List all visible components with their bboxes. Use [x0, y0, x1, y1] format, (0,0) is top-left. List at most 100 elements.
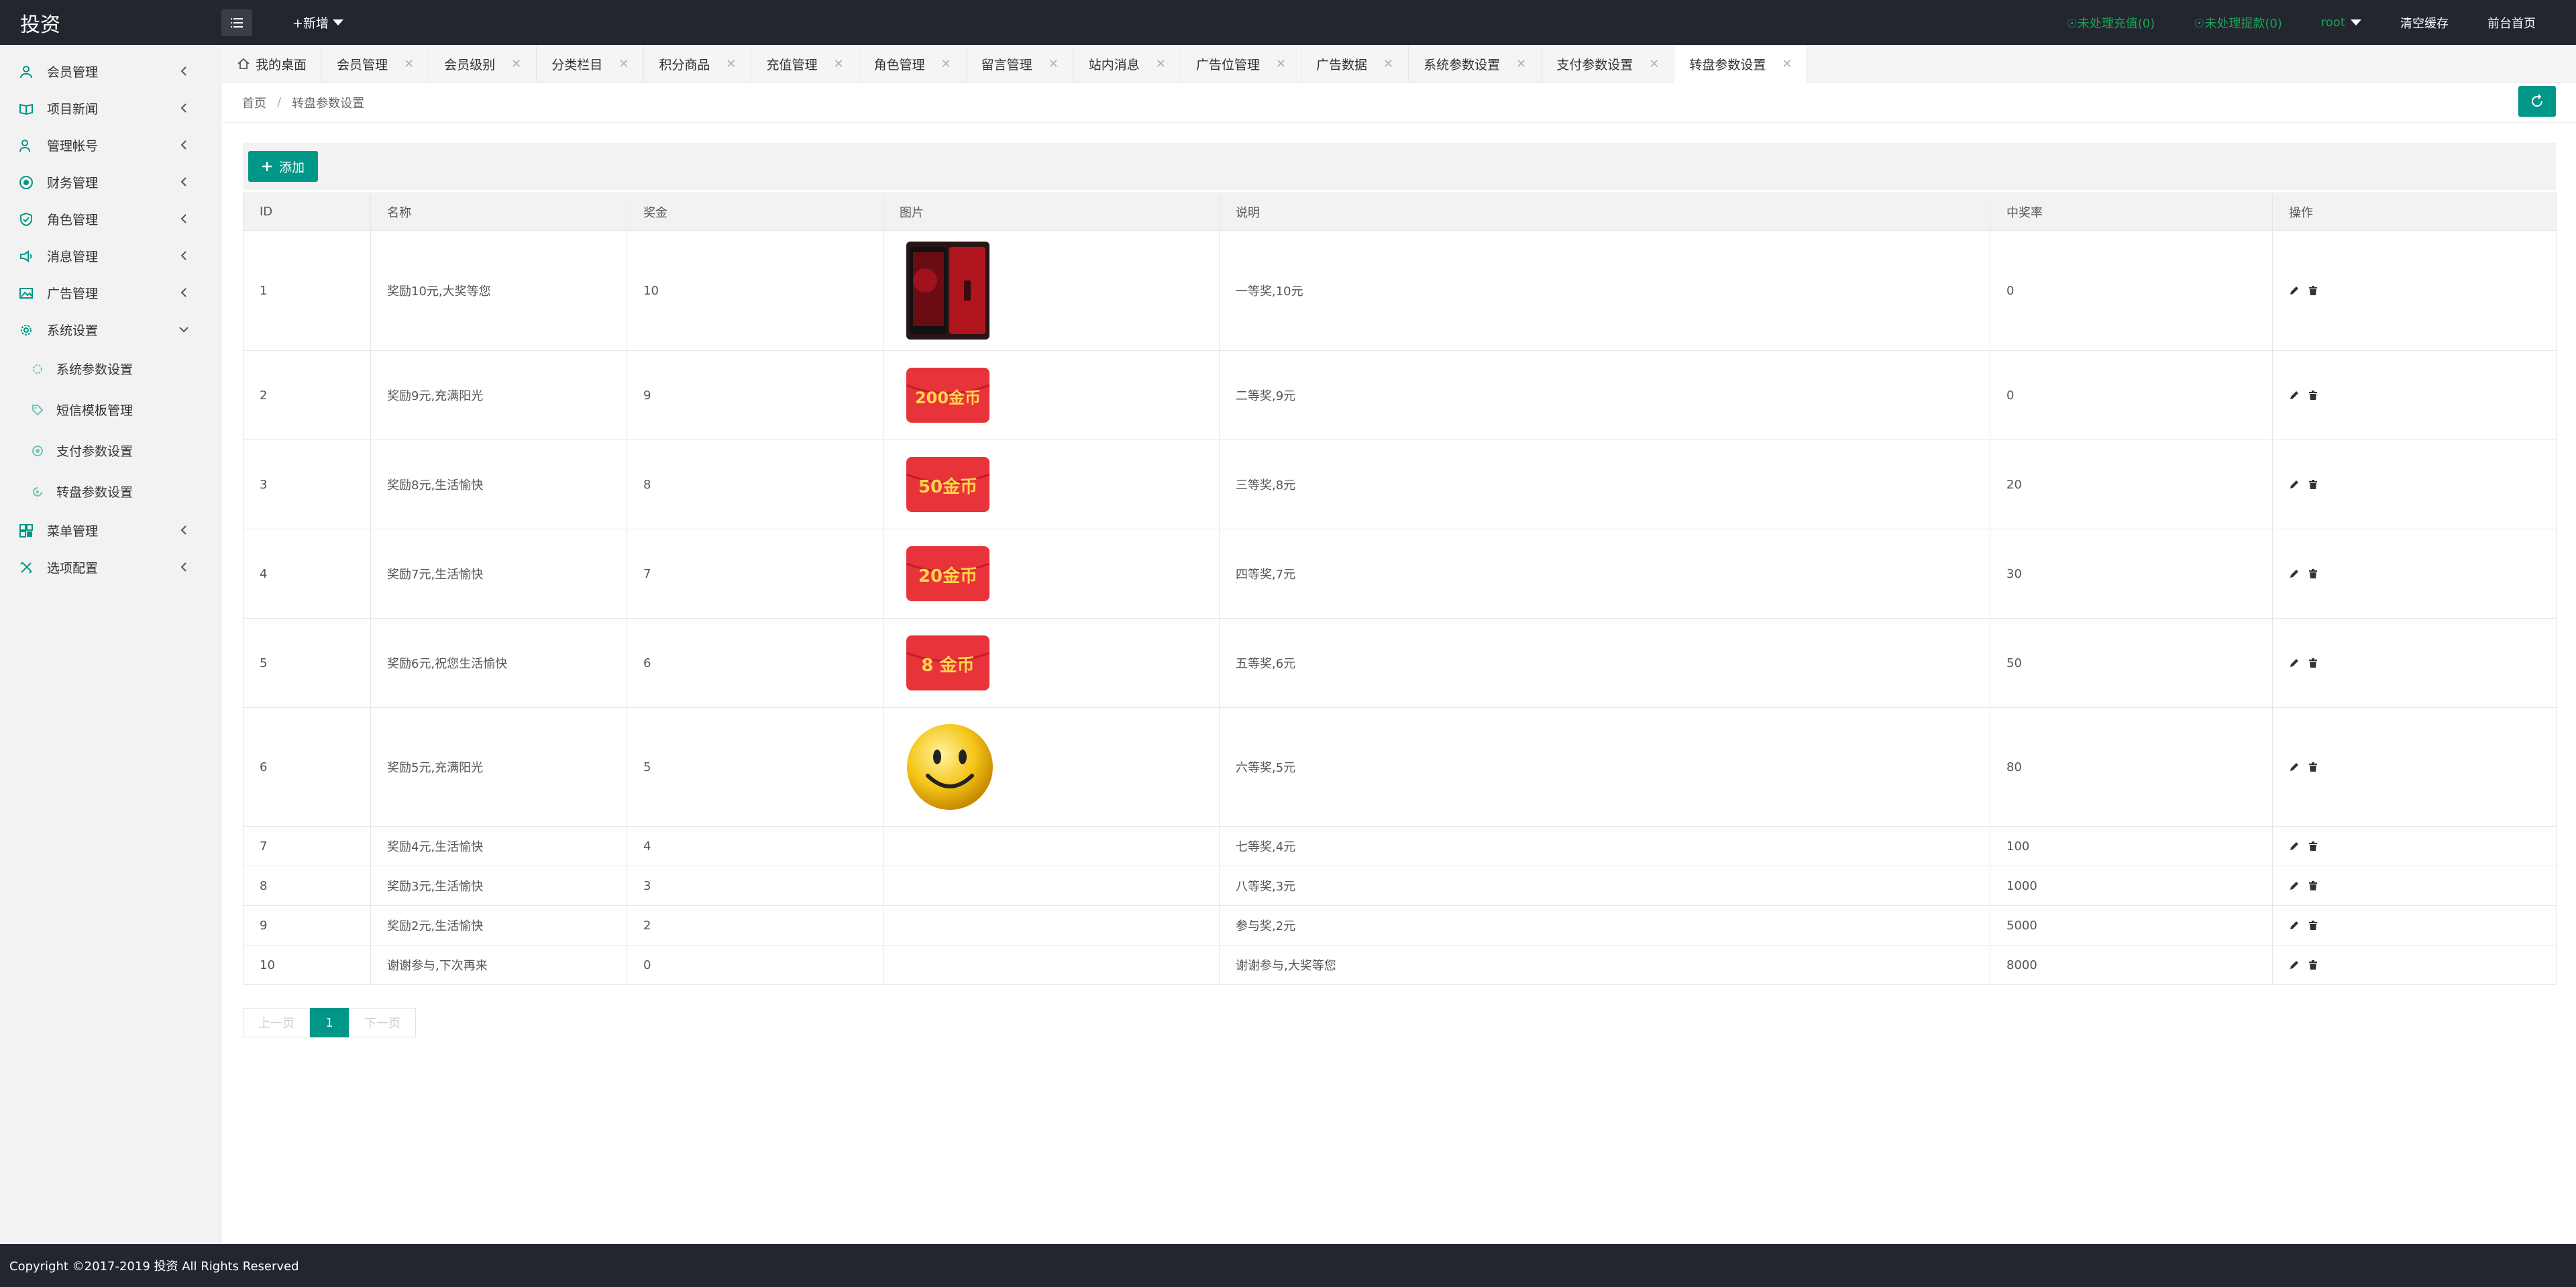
edit-icon[interactable] — [2289, 960, 2300, 970]
trash-icon[interactable] — [2308, 658, 2318, 668]
front-home-link[interactable]: 前台首页 — [2487, 14, 2536, 32]
sidebar-item-label: 广告管理 — [47, 287, 99, 301]
close-icon[interactable]: ✕ — [1276, 57, 1286, 71]
cell-rate: 1000 — [1990, 866, 2273, 906]
sidebar-subitem-payment-params[interactable]: 支付参数设置 — [0, 430, 221, 471]
chevron-left-icon — [180, 103, 186, 113]
prev-page-button[interactable]: 上一页 — [243, 1008, 310, 1037]
new-dropdown[interactable]: +新增 — [292, 13, 343, 32]
sidebar-item-messages[interactable]: 消息管理 — [0, 238, 221, 274]
cell-id: 4 — [243, 529, 371, 619]
close-icon[interactable]: ✕ — [941, 57, 951, 71]
sidebar-item-ads[interactable]: 广告管理 — [0, 274, 221, 311]
pending-recharge-link[interactable]: ☉未处理充值(0) — [2067, 14, 2155, 32]
next-page-button[interactable]: 下一页 — [349, 1008, 416, 1037]
cell-image: 8 金币 — [883, 618, 1220, 708]
sidebar-subitem-label: 转盘参数设置 — [56, 485, 133, 500]
edit-icon[interactable] — [2289, 762, 2300, 772]
breadcrumb-home[interactable]: 首页 — [242, 94, 266, 111]
trash-icon[interactable] — [2308, 762, 2318, 772]
cell-bonus: 4 — [627, 826, 883, 866]
sidebar-toggle-button[interactable] — [221, 9, 252, 36]
trash-icon[interactable] — [2308, 479, 2318, 490]
tab-payment-params[interactable]: 支付参数设置 ✕ — [1542, 45, 1675, 83]
sidebar-item-members[interactable]: 会员管理 — [0, 53, 221, 90]
cell-rate: 8000 — [1990, 945, 2273, 985]
edit-icon[interactable] — [2289, 920, 2300, 931]
cell-actions — [2272, 866, 2557, 906]
tab-member-management[interactable]: 会员管理 ✕ — [322, 45, 430, 83]
refresh-button[interactable] — [2518, 86, 2556, 117]
edit-icon[interactable] — [2289, 841, 2300, 852]
trash-icon[interactable] — [2308, 285, 2318, 296]
tab-message-board[interactable]: 留言管理 ✕ — [967, 45, 1074, 83]
edit-icon[interactable] — [2289, 390, 2300, 401]
user-menu[interactable]: root — [2321, 15, 2361, 30]
sidebar-item-accounts[interactable]: 管理帐号 — [0, 127, 221, 164]
cell-description: 七等奖,4元 — [1219, 826, 1990, 866]
sidebar-subitem-wheel-params[interactable]: 转盘参数设置 — [0, 471, 221, 512]
sidebar-item-roles[interactable]: 角色管理 — [0, 201, 221, 238]
close-icon[interactable]: ✕ — [1516, 57, 1526, 71]
close-icon[interactable]: ✕ — [1049, 57, 1059, 71]
tab-system-params[interactable]: 系统参数设置 ✕ — [1409, 45, 1542, 83]
trash-icon[interactable] — [2308, 920, 2318, 931]
cell-name: 奖励3元,生活愉快 — [370, 866, 627, 906]
close-icon[interactable]: ✕ — [619, 57, 629, 71]
cell-image — [883, 826, 1220, 866]
tab-role-management[interactable]: 角色管理 ✕ — [859, 45, 967, 83]
tab-wheel-params[interactable]: 转盘参数设置 ✕ — [1674, 45, 1808, 83]
tab-ad-data[interactable]: 广告数据 ✕ — [1301, 45, 1409, 83]
tab-points-goods[interactable]: 积分商品 ✕ — [644, 45, 752, 83]
tab-member-level[interactable]: 会员级别 ✕ — [429, 45, 537, 83]
close-icon[interactable]: ✕ — [1383, 57, 1393, 71]
close-icon[interactable]: ✕ — [833, 57, 843, 71]
tab-desktop[interactable]: 我的桌面 — [222, 45, 323, 83]
tab-label: 充值管理 — [766, 57, 818, 72]
table-row: 3 奖励8元,生活愉快 8 50金币 三等奖,8元 20 — [243, 440, 2557, 529]
sidebar-item-label: 消息管理 — [47, 250, 99, 264]
cell-image — [883, 707, 1220, 827]
tab-label: 角色管理 — [873, 57, 925, 72]
edit-icon[interactable] — [2289, 568, 2300, 579]
sidebar-item-system-settings[interactable]: 系统设置 — [0, 311, 221, 348]
cell-actions — [2272, 826, 2557, 866]
sidebar-subitem-sms-templates[interactable]: 短信模板管理 — [0, 389, 221, 430]
edit-icon[interactable] — [2289, 658, 2300, 668]
close-icon[interactable]: ✕ — [1782, 57, 1792, 71]
trash-icon[interactable] — [2308, 960, 2318, 970]
page-1-button[interactable]: 1 — [310, 1008, 349, 1037]
cell-description: 二等奖,9元 — [1219, 350, 1990, 440]
gear-icon — [31, 362, 44, 376]
edit-icon[interactable] — [2289, 880, 2300, 891]
sidebar-item-options-config[interactable]: 选项配置 — [0, 549, 221, 586]
clear-cache-link[interactable]: 清空缓存 — [2400, 14, 2449, 32]
coupon-image: 8 金币 — [906, 635, 990, 690]
trash-icon[interactable] — [2308, 880, 2318, 891]
close-icon[interactable]: ✕ — [1156, 57, 1166, 71]
tab-ad-slots[interactable]: 广告位管理 ✕ — [1181, 45, 1301, 83]
trash-icon[interactable] — [2308, 841, 2318, 852]
tab-recharge-management[interactable]: 充值管理 ✕ — [751, 45, 859, 83]
edit-icon[interactable] — [2289, 285, 2300, 296]
app-logo: 投资 — [20, 13, 60, 37]
sidebar-item-news[interactable]: 项目新闻 — [0, 90, 221, 127]
tab-site-messages[interactable]: 站内消息 ✕ — [1074, 45, 1181, 83]
sidebar-item-finance[interactable]: 财务管理 — [0, 164, 221, 201]
edit-icon[interactable] — [2289, 479, 2300, 490]
tab-category-columns[interactable]: 分类栏目 ✕ — [537, 45, 645, 83]
table-row: 5 奖励6元,祝您生活愉快 6 8 金币 五等奖,6元 50 — [243, 618, 2557, 708]
close-icon[interactable]: ✕ — [726, 57, 736, 71]
add-button[interactable]: 添加 — [248, 151, 319, 182]
close-icon[interactable]: ✕ — [404, 57, 414, 71]
cell-actions — [2272, 529, 2557, 619]
sidebar-subitem-system-params[interactable]: 系统参数设置 — [0, 348, 221, 389]
trash-icon[interactable] — [2308, 390, 2318, 401]
trash-icon[interactable] — [2308, 568, 2318, 579]
close-icon[interactable]: ✕ — [511, 57, 521, 71]
cell-description: 四等奖,7元 — [1219, 529, 1990, 619]
cell-description: 谢谢参与,大奖等您 — [1219, 945, 1990, 985]
pending-withdraw-link[interactable]: ☉未处理提款(0) — [2194, 14, 2282, 32]
close-icon[interactable]: ✕ — [1649, 57, 1659, 71]
sidebar-item-menu-management[interactable]: 菜单管理 — [0, 512, 221, 549]
